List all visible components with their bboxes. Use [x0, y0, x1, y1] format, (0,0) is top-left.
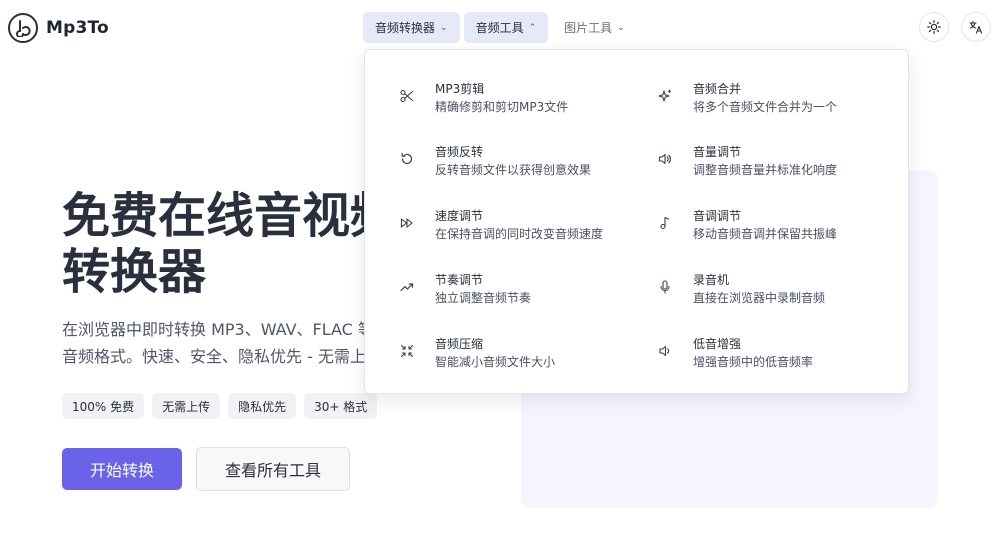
hero-title: 免费在线音视频 转换器	[62, 188, 382, 300]
audio-tools-dropdown: MP3剪辑 精确修剪和剪切MP3文件 音频反转 反转音频文件以获得创意效果 速度…	[364, 49, 909, 394]
menu-item-recorder[interactable]: 录音机 直接在浏览器中录制音频	[657, 271, 897, 315]
fast-forward-icon	[399, 215, 415, 231]
menu-item-title: 节奏调节	[435, 273, 484, 287]
menu-item-mp3-cutter[interactable]: MP3剪辑 精确修剪和剪切MP3文件	[399, 80, 639, 124]
music-note-icon	[657, 215, 673, 231]
language-button[interactable]	[961, 12, 991, 42]
hero-desc-line1: 在浏览器中即时转换 MP3、WAV、FLAC 等	[62, 320, 367, 339]
mic-icon	[657, 279, 673, 295]
sun-icon	[927, 20, 941, 34]
chevron-down-icon: ⌄	[440, 22, 448, 33]
menu-item-title: MP3剪辑	[435, 82, 485, 96]
menu-item-title: 音频反转	[435, 145, 484, 159]
start-converting-button[interactable]: 开始转换	[62, 448, 182, 490]
nav-image-tools-label: 图片工具	[564, 21, 613, 35]
nav-audio-tools[interactable]: 音频工具 ⌃	[463, 12, 549, 43]
hero-title-line1: 免费在线音视频	[62, 188, 382, 244]
volume-icon	[657, 151, 673, 167]
nav-audio-converter-label: 音频转换器	[375, 21, 436, 35]
minimize-icon	[399, 343, 415, 359]
menu-item-title: 低音增强	[693, 337, 742, 351]
menu-item-desc: 在保持音调的同时改变音频速度	[435, 227, 604, 241]
menu-item-pitch[interactable]: 音调调节 移动音频音调并保留共振峰	[657, 207, 897, 251]
volume-low-icon	[657, 343, 673, 359]
hero-desc-line2: 音频格式。快速、安全、隐私优先 - 无需上传	[62, 347, 367, 366]
scissors-icon	[399, 88, 415, 104]
menu-item-desc: 直接在浏览器中录制音频	[693, 291, 826, 305]
brand-name: Mp3To	[46, 18, 109, 38]
badge-no-upload: 无需上传	[152, 393, 221, 419]
site-header: Mp3To 音频转换器 ⌄ 音频工具 ⌃ 图片工具 ⌄	[0, 0, 1000, 56]
menu-item-compress[interactable]: 音频压缩 智能减小音频文件大小	[399, 335, 639, 379]
chevron-down-icon: ⌄	[617, 22, 625, 33]
menu-item-tempo[interactable]: 节奏调节 独立调整音频节奏	[399, 271, 639, 315]
menu-item-speed[interactable]: 速度调节 在保持音调的同时改变音频速度	[399, 207, 639, 251]
menu-item-reverse[interactable]: 音频反转 反转音频文件以获得创意效果	[399, 143, 639, 187]
menu-item-title: 录音机	[693, 273, 730, 287]
sparkles-icon	[657, 88, 673, 104]
theme-toggle-button[interactable]	[919, 12, 949, 42]
trending-up-icon	[399, 279, 415, 295]
menu-item-title: 速度调节	[435, 209, 484, 223]
menu-item-title: 音频压缩	[435, 337, 484, 351]
menu-item-title: 音频合并	[693, 82, 742, 96]
menu-item-desc: 独立调整音频节奏	[435, 291, 532, 305]
hero-description: 在浏览器中即时转换 MP3、WAV、FLAC 等 音频格式。快速、安全、隐私优先…	[62, 316, 367, 370]
nav-audio-tools-label: 音频工具	[475, 21, 524, 35]
menu-item-title: 音量调节	[693, 145, 742, 159]
main-nav: 音频转换器 ⌄ 音频工具 ⌃ 图片工具 ⌄	[363, 12, 637, 43]
badge-free: 100% 免费	[62, 393, 145, 419]
feature-badges: 100% 免费 无需上传 隐私优先 30+ 格式	[62, 393, 378, 419]
badge-formats: 30+ 格式	[304, 393, 378, 419]
menu-item-desc: 将多个音频文件合并为一个	[693, 100, 838, 114]
logo[interactable]: Mp3To	[8, 13, 109, 43]
menu-item-volume[interactable]: 音量调节 调整音频音量并标准化响度	[657, 143, 897, 187]
chevron-up-icon: ⌃	[528, 22, 537, 33]
view-all-tools-button[interactable]: 查看所有工具	[196, 447, 350, 491]
menu-item-title: 音调调节	[693, 209, 742, 223]
menu-item-bass-boost[interactable]: 低音增强 增强音频中的低音频率	[657, 335, 897, 379]
menu-item-desc: 增强音频中的低音频率	[693, 355, 814, 369]
menu-item-desc: 移动音频音调并保留共振峰	[693, 227, 838, 241]
logo-icon	[8, 13, 38, 43]
menu-item-desc: 精确修剪和剪切MP3文件	[435, 100, 569, 114]
hero-title-line2: 转换器	[62, 244, 207, 300]
menu-item-desc: 智能减小音频文件大小	[435, 355, 556, 369]
menu-item-merge[interactable]: 音频合并 将多个音频文件合并为一个	[657, 80, 897, 124]
nav-image-tools[interactable]: 图片工具 ⌄	[552, 12, 637, 43]
menu-item-desc: 反转音频文件以获得创意效果	[435, 163, 592, 177]
nav-audio-converter[interactable]: 音频转换器 ⌄	[363, 12, 460, 43]
badge-privacy: 隐私优先	[228, 393, 297, 419]
menu-item-desc: 调整音频音量并标准化响度	[693, 163, 838, 177]
rotate-ccw-icon	[399, 151, 415, 167]
translate-icon	[969, 20, 983, 34]
